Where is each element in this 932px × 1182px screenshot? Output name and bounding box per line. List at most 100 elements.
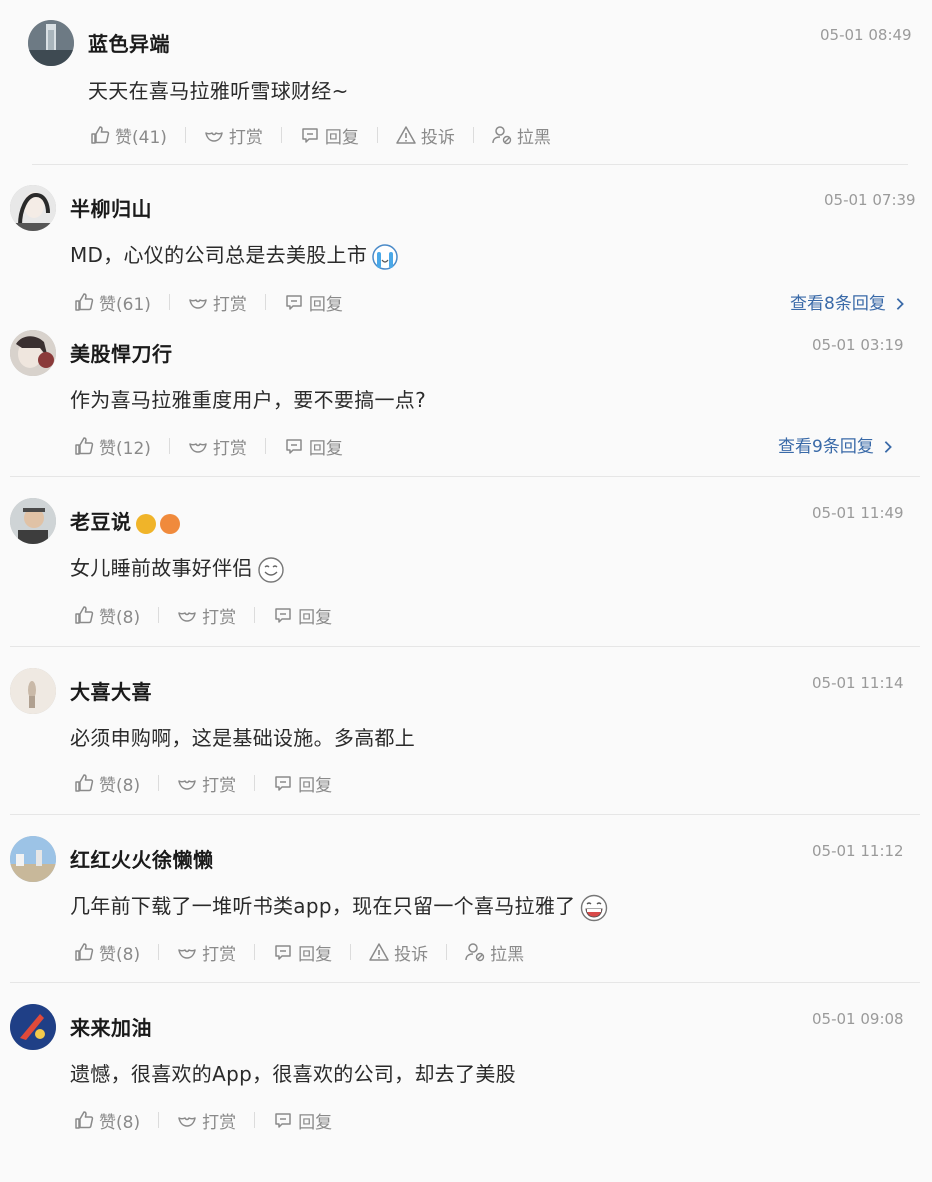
block-button[interactable]: 拉黑 xyxy=(465,940,524,965)
user-avatar[interactable] xyxy=(10,185,56,231)
separator xyxy=(158,775,160,791)
tip-button[interactable]: 打赏 xyxy=(177,940,236,965)
ingot-icon xyxy=(177,773,197,793)
separator xyxy=(158,607,160,623)
like-button[interactable]: 赞(61) xyxy=(74,290,151,315)
comment-text: 女儿睡前故事好伴侣 xyxy=(70,552,285,584)
comment-text: 作为喜马拉雅重度用户，要不要搞一点? xyxy=(70,388,427,412)
reply-button[interactable]: 回复 xyxy=(284,434,343,459)
tip-button[interactable]: 打赏 xyxy=(204,123,263,148)
reply-label: 回复 xyxy=(308,294,343,315)
comment-actions: 赞(8) 打赏 回复 投诉 拉黑 xyxy=(74,938,524,966)
like-count: 赞(12) xyxy=(99,438,151,459)
report-button[interactable]: 投诉 xyxy=(396,123,455,148)
user-avatar[interactable] xyxy=(28,20,74,66)
user-avatar[interactable] xyxy=(10,498,56,544)
thumbs-up-icon xyxy=(74,1110,94,1130)
comment-bubble-icon xyxy=(273,942,293,962)
user-avatar[interactable] xyxy=(10,836,56,882)
thumbs-up-icon xyxy=(90,125,110,145)
comment-actions: 赞(8) 打赏 回复 xyxy=(74,1106,332,1134)
reply-label: 回复 xyxy=(298,944,333,965)
orange-badge-icon xyxy=(159,513,180,534)
block-label: 拉黑 xyxy=(490,944,525,965)
comment-bubble-icon xyxy=(273,773,293,793)
like-button[interactable]: 赞(8) xyxy=(74,1108,140,1133)
view-replies-label: 查看8条回复 xyxy=(790,294,886,314)
comment-item: 来来加油 05-01 09:08 遗憾，很喜欢的App，很喜欢的公司，却去了美股… xyxy=(0,983,932,1182)
user-avatar[interactable] xyxy=(10,1004,56,1050)
separator xyxy=(158,1112,160,1128)
tip-label: 打赏 xyxy=(212,438,247,459)
like-count: 赞(8) xyxy=(99,1112,141,1133)
ingot-icon xyxy=(177,1110,197,1130)
ingot-icon xyxy=(204,125,224,145)
username[interactable]: 半柳归山 xyxy=(70,193,152,222)
comment-text: 几年前下载了一堆听书类app，现在只留一个喜马拉雅了 xyxy=(70,890,609,922)
ingot-icon xyxy=(177,605,197,625)
comment-item: 红红火火徐懒懒 05-01 11:12 几年前下载了一堆听书类app，现在只留一… xyxy=(0,815,932,983)
reply-button[interactable]: 回复 xyxy=(284,290,343,315)
reply-button[interactable]: 回复 xyxy=(300,123,359,148)
reply-label: 回复 xyxy=(298,1112,333,1133)
reply-label: 回复 xyxy=(308,438,343,459)
tip-button[interactable]: 打赏 xyxy=(177,1108,236,1133)
block-button[interactable]: 拉黑 xyxy=(492,123,551,148)
comment-item: 蓝色异端 05-01 08:49 天天在喜马拉雅听雪球财经~ 赞(41) 打赏 … xyxy=(0,0,932,165)
block-user-icon xyxy=(492,125,512,145)
separator xyxy=(472,127,474,143)
grin-emoji-icon xyxy=(581,894,608,921)
comment-bubble-icon xyxy=(284,436,304,456)
like-button[interactable]: 赞(8) xyxy=(74,771,140,796)
separator xyxy=(280,127,282,143)
report-label: 投诉 xyxy=(420,127,455,148)
user-avatar[interactable] xyxy=(10,330,56,376)
separator xyxy=(350,944,352,960)
reply-button[interactable]: 回复 xyxy=(273,1108,332,1133)
block-label: 拉黑 xyxy=(516,127,551,148)
reply-button[interactable]: 回复 xyxy=(273,940,332,965)
tip-label: 打赏 xyxy=(228,127,263,148)
separator xyxy=(254,944,256,960)
comment-text: 遗憾，很喜欢的App，很喜欢的公司，却去了美股 xyxy=(70,1062,516,1086)
like-button[interactable]: 赞(12) xyxy=(74,434,151,459)
reply-label: 回复 xyxy=(298,607,333,628)
tip-button[interactable]: 打赏 xyxy=(177,771,236,796)
comment-time: 05-01 11:12 xyxy=(812,842,904,860)
tip-button[interactable]: 打赏 xyxy=(188,290,247,315)
comment-actions: 赞(61) 打赏 回复 xyxy=(74,288,343,316)
username[interactable]: 美股悍刀行 xyxy=(70,338,173,367)
comment-actions: 赞(8) 打赏 回复 xyxy=(74,769,332,797)
like-button[interactable]: 赞(8) xyxy=(74,603,140,628)
comment-item: 美股悍刀行 05-01 03:19 作为喜马拉雅重度用户，要不要搞一点? 赞(1… xyxy=(0,320,932,477)
comment-actions: 赞(12) 打赏 回复 xyxy=(74,432,343,460)
tip-button[interactable]: 打赏 xyxy=(177,603,236,628)
separator xyxy=(184,127,186,143)
username[interactable]: 老豆说 xyxy=(70,506,180,535)
username[interactable]: 来来加油 xyxy=(70,1012,152,1041)
username-text: 老豆说 xyxy=(70,510,132,534)
separator xyxy=(158,944,160,960)
username[interactable]: 蓝色异端 xyxy=(88,28,170,57)
reply-label: 回复 xyxy=(324,127,359,148)
comment-time: 05-01 09:08 xyxy=(812,1010,904,1028)
reply-button[interactable]: 回复 xyxy=(273,603,332,628)
like-count: 赞(8) xyxy=(99,944,141,965)
chevron-right-icon xyxy=(883,440,893,454)
comment-item: 半柳归山 05-01 07:39 MD，心仪的公司总是去美股上市 赞(61) 打… xyxy=(0,165,932,320)
reply-button[interactable]: 回复 xyxy=(273,771,332,796)
view-replies-link[interactable]: 查看8条回复 xyxy=(790,289,905,314)
like-button[interactable]: 赞(41) xyxy=(90,123,167,148)
warning-icon xyxy=(396,125,416,145)
gold-badge-icon xyxy=(135,513,156,534)
username[interactable]: 大喜大喜 xyxy=(70,676,152,705)
user-avatar[interactable] xyxy=(10,668,56,714)
view-replies-link[interactable]: 查看9条回复 xyxy=(778,432,893,457)
comment-time: 05-01 03:19 xyxy=(812,336,904,354)
block-user-icon xyxy=(465,942,485,962)
tip-button[interactable]: 打赏 xyxy=(188,434,247,459)
like-button[interactable]: 赞(8) xyxy=(74,940,140,965)
comment-time: 05-01 11:14 xyxy=(812,674,904,692)
username[interactable]: 红红火火徐懒懒 xyxy=(70,844,214,873)
report-button[interactable]: 投诉 xyxy=(369,940,428,965)
